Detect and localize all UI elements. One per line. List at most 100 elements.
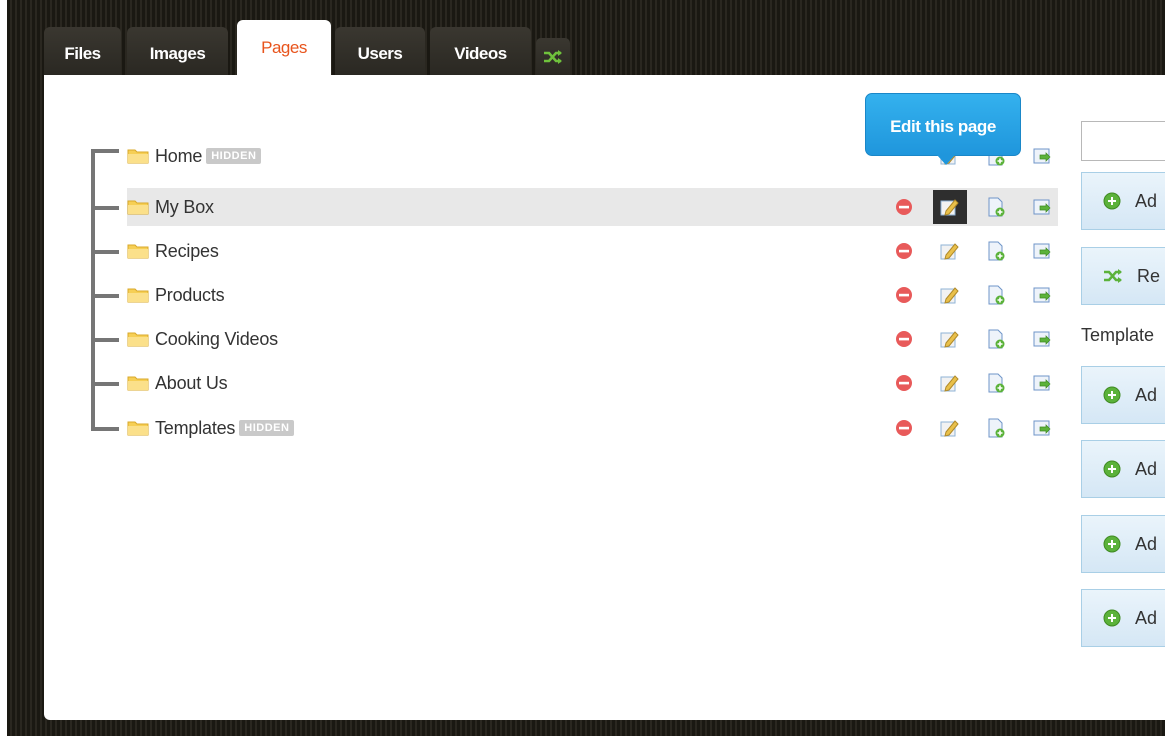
add-child-page-button[interactable] <box>979 190 1013 224</box>
page-title: My Box <box>155 196 214 217</box>
page-item[interactable]: My Box <box>127 188 214 226</box>
shuffle-icon <box>544 50 562 64</box>
move-page-button[interactable] <box>1025 139 1059 173</box>
add-template-label: Ad <box>1135 607 1158 628</box>
edit-button[interactable] <box>933 278 967 312</box>
page-item[interactable]: Products <box>127 276 225 314</box>
tree-branch <box>91 427 119 431</box>
page-row-recipes: Recipes <box>127 232 1058 270</box>
tree-branch <box>91 149 119 153</box>
move-page-icon <box>1033 199 1051 215</box>
move-page-button[interactable] <box>1025 234 1059 268</box>
new-page-icon <box>988 241 1005 261</box>
add-child-page-button[interactable] <box>979 234 1013 268</box>
page-row-my-box: My Box <box>127 188 1058 226</box>
edit-button[interactable] <box>933 366 967 400</box>
edit-icon <box>940 375 959 392</box>
tab-users[interactable]: Users <box>335 27 425 76</box>
window-edge <box>0 0 7 736</box>
tree-line <box>91 149 95 431</box>
folder-icon <box>127 200 149 215</box>
add-template-label: Ad <box>1135 458 1158 479</box>
edit-button[interactable] <box>933 322 967 356</box>
edit-button[interactable] <box>933 411 967 445</box>
add-child-page-button[interactable] <box>979 411 1013 445</box>
row-actions <box>887 188 1071 226</box>
delete-button[interactable] <box>887 366 921 400</box>
new-page-icon <box>988 373 1005 393</box>
page-title: Templates <box>155 417 236 438</box>
page-item[interactable]: Templates HIDDEN <box>127 409 295 447</box>
move-page-button[interactable] <box>1025 190 1059 224</box>
page-row-products: Products <box>127 276 1058 314</box>
page-title: Products <box>155 284 225 305</box>
move-page-icon <box>1033 375 1051 391</box>
add-page-button[interactable]: Ad <box>1081 172 1165 230</box>
add-child-page-button[interactable] <box>979 322 1013 356</box>
add-template-label: Ad <box>1135 384 1158 405</box>
tab-images[interactable]: Images <box>127 27 228 76</box>
tab-videos[interactable]: Videos <box>430 27 531 76</box>
new-page-icon <box>988 197 1005 217</box>
move-page-button[interactable] <box>1025 366 1059 400</box>
edit-icon <box>940 287 959 304</box>
move-page-button[interactable] <box>1025 278 1059 312</box>
delete-button[interactable] <box>887 278 921 312</box>
page-row-cooking-videos: Cooking Videos <box>127 320 1058 358</box>
delete-button[interactable] <box>887 411 921 445</box>
row-actions <box>887 364 1071 402</box>
folder-icon <box>127 376 149 391</box>
shuffle-icon <box>1104 269 1122 283</box>
search-input[interactable] <box>1081 121 1165 161</box>
folder-icon <box>127 149 149 164</box>
move-page-icon <box>1033 148 1051 164</box>
row-actions <box>887 276 1071 314</box>
tab-files[interactable]: Files <box>44 27 121 76</box>
edit-icon <box>940 420 959 437</box>
page-item[interactable]: About Us <box>127 364 228 402</box>
delete-icon <box>896 375 912 391</box>
delete-button[interactable] <box>887 190 921 224</box>
tab-pages[interactable]: Pages <box>237 20 331 77</box>
folder-icon <box>127 288 149 303</box>
delete-button[interactable] <box>887 322 921 356</box>
page-item[interactable]: Home HIDDEN <box>127 137 262 175</box>
add-child-page-button[interactable] <box>979 366 1013 400</box>
delete-icon <box>896 199 912 215</box>
edit-button[interactable] <box>933 190 967 224</box>
add-page-label: Ad <box>1135 190 1158 211</box>
reorder-button[interactable]: Re <box>1081 247 1165 305</box>
shuffle-tab-button[interactable] <box>536 38 570 76</box>
page-item[interactable]: Recipes <box>127 232 219 270</box>
edit-tooltip: Edit this page <box>865 93 1021 156</box>
add-circle-icon <box>1103 460 1121 478</box>
page-item[interactable]: Cooking Videos <box>127 320 278 358</box>
move-page-icon <box>1033 331 1051 347</box>
tree-branch <box>91 338 119 342</box>
new-page-icon <box>988 285 1005 305</box>
move-page-icon <box>1033 420 1051 436</box>
delete-icon <box>896 287 912 303</box>
tree-branch <box>91 250 119 254</box>
tree-branch <box>91 206 119 210</box>
page-title: About Us <box>155 372 228 393</box>
add-template-button[interactable]: Ad <box>1081 366 1165 424</box>
move-page-button[interactable] <box>1025 322 1059 356</box>
add-template-button[interactable]: Ad <box>1081 515 1165 573</box>
edit-button[interactable] <box>933 234 967 268</box>
row-actions <box>887 232 1071 270</box>
add-child-page-button[interactable] <box>979 278 1013 312</box>
hidden-badge: HIDDEN <box>206 148 262 164</box>
delete-icon <box>896 243 912 259</box>
move-page-button[interactable] <box>1025 411 1059 445</box>
pages-panel: Home HIDDEN My Box Recipes Products Cook… <box>44 75 1165 720</box>
add-circle-icon <box>1103 386 1121 404</box>
add-template-button[interactable]: Ad <box>1081 440 1165 498</box>
add-template-button[interactable]: Ad <box>1081 589 1165 647</box>
add-template-label: Ad <box>1135 533 1158 554</box>
new-page-icon <box>988 418 1005 438</box>
folder-icon <box>127 244 149 259</box>
page-title: Recipes <box>155 240 219 261</box>
delete-button[interactable] <box>887 234 921 268</box>
move-page-icon <box>1033 287 1051 303</box>
